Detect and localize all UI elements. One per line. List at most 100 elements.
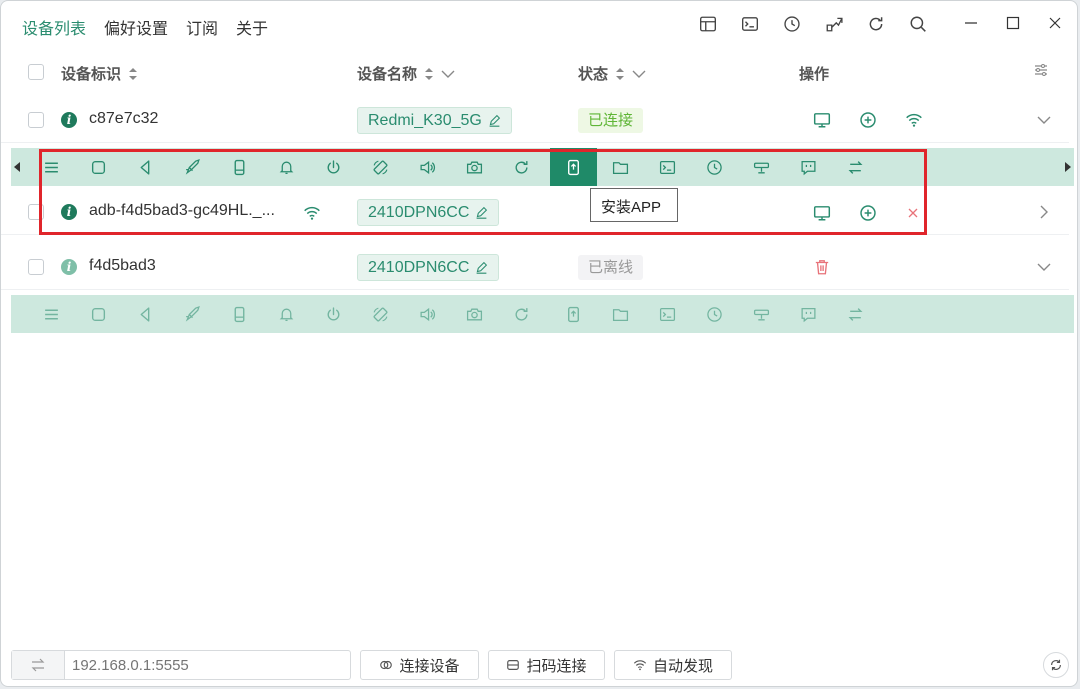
table-header: 设备标识 设备名称 状态 操作	[1, 53, 1069, 93]
share-icon[interactable]	[825, 15, 843, 33]
rocket-icon	[169, 295, 216, 333]
history-icon[interactable]	[783, 15, 801, 33]
notification-icon	[263, 295, 310, 333]
minimize-icon[interactable]	[963, 15, 979, 31]
refresh-icon	[1051, 659, 1061, 671]
wifi-icon[interactable]	[905, 111, 923, 129]
edit-icon[interactable]	[475, 261, 488, 274]
info-icon[interactable]: i	[61, 112, 77, 128]
device-action-toolbar	[11, 148, 1074, 186]
refresh-icon[interactable]	[867, 15, 885, 33]
chevron-down-icon[interactable]	[441, 69, 455, 79]
edit-icon[interactable]	[475, 206, 488, 219]
device-name-tag[interactable]: Redmi_K30_5G	[357, 107, 512, 134]
home-icon[interactable]	[75, 148, 122, 186]
info-icon[interactable]: i	[61, 259, 77, 275]
device-serial: c87e7c32	[89, 110, 159, 127]
sort-icon[interactable]	[423, 66, 435, 82]
add-icon[interactable]	[859, 204, 877, 222]
clock-icon[interactable]	[691, 148, 738, 186]
terminal-icon[interactable]	[644, 148, 691, 186]
column-header-status-label: 状态	[578, 66, 609, 83]
chevron-down-icon[interactable]	[1037, 260, 1051, 274]
connection-type-icon[interactable]	[12, 651, 65, 679]
notification-icon[interactable]	[263, 148, 310, 186]
column-header-name[interactable]: 设备名称	[357, 63, 455, 84]
gamepad-icon[interactable]	[738, 148, 785, 186]
folder-icon[interactable]	[597, 148, 644, 186]
add-icon[interactable]	[859, 111, 877, 129]
ip-input-group	[11, 650, 351, 680]
scan-connect-button[interactable]: 扫码连接	[488, 650, 605, 680]
connect-device-button[interactable]: 连接设备	[360, 650, 479, 680]
device-action-toolbar	[11, 295, 1074, 333]
back-icon[interactable]	[122, 148, 169, 186]
swap-icon[interactable]	[832, 148, 879, 186]
edit-icon[interactable]	[488, 114, 501, 127]
menu-device-list[interactable]: 设备列表	[13, 15, 95, 39]
column-header-actions-label: 操作	[799, 66, 830, 83]
sort-icon[interactable]	[614, 66, 626, 82]
device-serial: adb-f4d5bad3-gc49HL._...	[89, 202, 275, 219]
device-name-tag[interactable]: 2410DPN6CC	[357, 254, 500, 281]
layout-icon[interactable]	[699, 15, 717, 33]
status-badge: 已离线	[578, 255, 644, 280]
sort-icon[interactable]	[127, 66, 139, 82]
column-settings-icon[interactable]	[1033, 62, 1049, 78]
mirror-icon[interactable]	[813, 111, 831, 129]
tooltip: 安装APP	[590, 188, 678, 222]
device-serial: f4d5bad3	[89, 257, 156, 274]
row-checkbox[interactable]	[28, 204, 44, 220]
menu-about[interactable]: 关于	[227, 15, 277, 39]
scroll-left-arrow[interactable]	[11, 148, 23, 186]
title-bar: 设备列表 偏好设置 订阅 关于	[1, 1, 1077, 51]
search-icon[interactable]	[909, 15, 927, 33]
rocket-icon[interactable]	[169, 148, 216, 186]
disconnect-icon[interactable]	[906, 206, 920, 220]
scroll-right-arrow[interactable]	[1062, 148, 1074, 186]
column-header-id-label: 设备标识	[61, 66, 122, 83]
rotate-icon[interactable]	[357, 148, 404, 186]
info-icon[interactable]: i	[61, 204, 77, 220]
ip-address-input[interactable]	[72, 654, 342, 676]
reboot-icon	[498, 295, 545, 333]
close-icon[interactable]	[1047, 15, 1063, 31]
refresh-devices-button[interactable]	[1043, 652, 1069, 678]
maximize-icon[interactable]	[1005, 15, 1021, 31]
column-header-status[interactable]: 状态	[578, 63, 646, 84]
menu-subscription[interactable]: 订阅	[177, 15, 227, 39]
wifi-icon	[303, 204, 321, 222]
row-checkbox[interactable]	[28, 112, 44, 128]
chevron-down-icon[interactable]	[632, 69, 646, 79]
phone-icon[interactable]	[216, 148, 263, 186]
rotate-icon	[357, 295, 404, 333]
column-header-name-label: 设备名称	[357, 66, 418, 83]
power-icon[interactable]	[310, 148, 357, 186]
device-name-tag[interactable]: 2410DPN6CC	[357, 199, 500, 226]
app-window: 设备列表 偏好设置 订阅 关于 设备标识 设备名称 状态 操作 i c87e7c…	[0, 0, 1078, 687]
delete-icon[interactable]	[813, 258, 831, 276]
column-header-id[interactable]: 设备标识	[61, 63, 139, 84]
reboot-icon[interactable]	[498, 148, 545, 186]
chevron-down-icon[interactable]	[1037, 113, 1051, 127]
auto-discover-button[interactable]: 自动发现	[614, 650, 732, 680]
volume-icon	[404, 295, 451, 333]
table-row: i adb-f4d5bad3-gc49HL._... 2410DPN6CC	[1, 189, 1069, 235]
swap-icon	[832, 295, 879, 333]
menu-preferences[interactable]: 偏好设置	[95, 15, 177, 39]
menu-icon[interactable]	[28, 148, 75, 186]
link-icon	[380, 660, 393, 670]
volume-icon[interactable]	[404, 148, 451, 186]
select-all-checkbox[interactable]	[28, 64, 44, 80]
camera-icon[interactable]	[451, 148, 498, 186]
camera-icon	[451, 295, 498, 333]
install-app-icon[interactable]	[550, 148, 597, 186]
terminal-icon[interactable]	[741, 15, 759, 33]
power-icon	[310, 295, 357, 333]
chevron-right-icon[interactable]	[1037, 205, 1051, 219]
status-badge: 已连接	[578, 108, 644, 133]
row-checkbox[interactable]	[28, 259, 44, 275]
scan-icon	[507, 660, 520, 670]
chat-icon[interactable]	[785, 148, 832, 186]
mirror-icon[interactable]	[813, 204, 831, 222]
